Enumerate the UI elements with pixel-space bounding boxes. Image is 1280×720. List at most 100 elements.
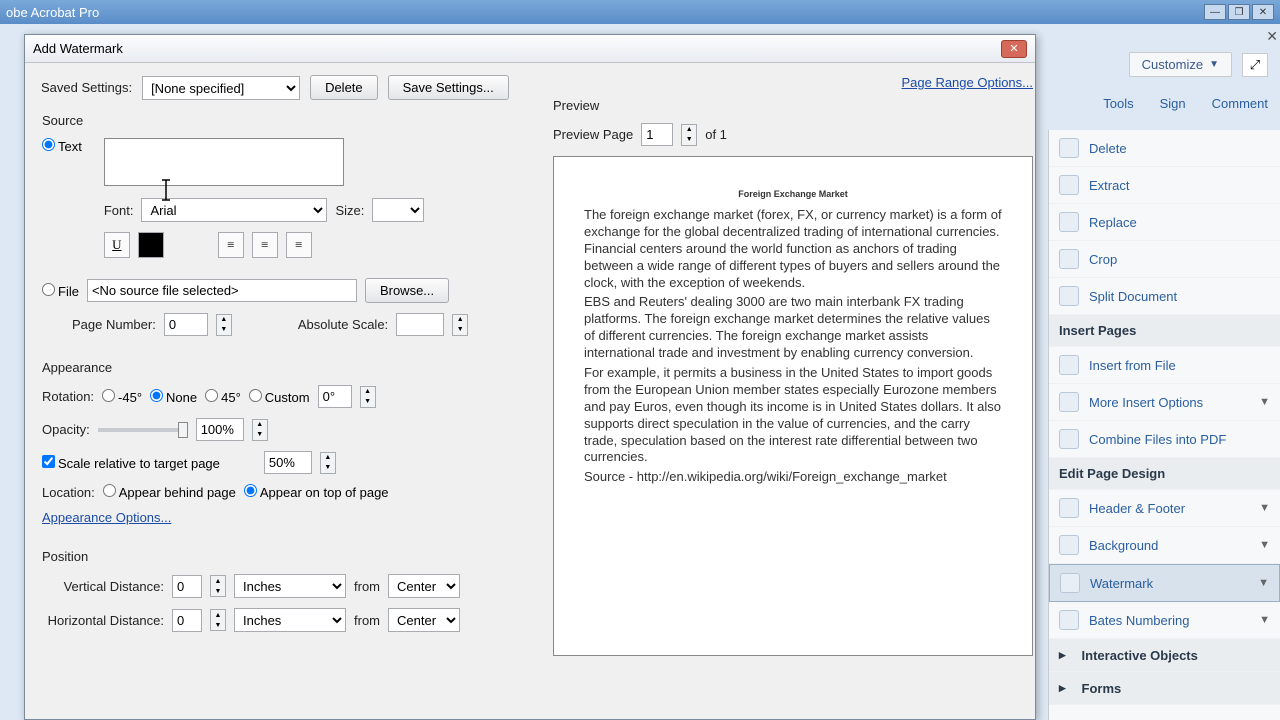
- combine-icon: [1059, 429, 1079, 449]
- horizontal-distance-input[interactable]: [172, 609, 202, 632]
- rotation-value-input[interactable]: [318, 385, 352, 408]
- tab-comment[interactable]: Comment: [1206, 92, 1274, 115]
- align-left-button[interactable]: ≡: [218, 232, 244, 258]
- from-label-2: from: [354, 613, 380, 628]
- rotation-45-radio[interactable]: 45°: [205, 389, 241, 405]
- sidebar-heading-interactive[interactable]: ▸Interactive Objects: [1049, 639, 1280, 672]
- maximize-button[interactable]: ❐: [1228, 4, 1250, 20]
- opacity-slider[interactable]: [98, 428, 188, 432]
- doc-paragraph: For example, it permits a business in th…: [584, 365, 1002, 466]
- delete-icon: [1059, 138, 1079, 158]
- page-range-options-link[interactable]: Page Range Options...: [901, 75, 1033, 90]
- scale-spinner[interactable]: ▲▼: [320, 452, 336, 474]
- sidebar-item-split[interactable]: Split Document: [1049, 278, 1280, 315]
- appearance-options-link[interactable]: Appearance Options...: [42, 510, 171, 525]
- from-label: from: [354, 579, 380, 594]
- doc-close-icon[interactable]: ✕: [1266, 28, 1278, 45]
- rotation-none-radio[interactable]: None: [150, 389, 197, 405]
- more-insert-icon: [1059, 392, 1079, 412]
- page-number-input[interactable]: [164, 313, 208, 336]
- sidebar-heading-forms[interactable]: ▸Forms: [1049, 672, 1280, 705]
- sidebar-heading-design: Edit Page Design: [1049, 458, 1280, 490]
- browse-button[interactable]: Browse...: [365, 278, 449, 303]
- saved-settings-select[interactable]: [None specified]: [142, 76, 300, 100]
- source-text-radio[interactable]: Text: [42, 138, 82, 154]
- preview-page-input[interactable]: [641, 123, 673, 146]
- absolute-scale-spinner[interactable]: ▲▼: [452, 314, 468, 336]
- page-number-label: Page Number:: [72, 317, 156, 332]
- chevron-down-icon: ▼: [1259, 539, 1270, 551]
- sidebar-item-insert-file[interactable]: Insert from File: [1049, 347, 1280, 384]
- dialog-close-button[interactable]: ✕: [1001, 40, 1027, 58]
- align-center-button[interactable]: ≡: [252, 232, 278, 258]
- sidebar-item-extract[interactable]: Extract: [1049, 167, 1280, 204]
- delete-settings-button[interactable]: Delete: [310, 75, 378, 100]
- header-footer-icon: [1059, 498, 1079, 518]
- chevron-down-icon: ▼: [1209, 59, 1219, 70]
- minimize-button[interactable]: —: [1204, 4, 1226, 20]
- page-number-spinner[interactable]: ▲▼: [216, 314, 232, 336]
- absolute-scale-input[interactable]: [396, 313, 444, 336]
- size-select[interactable]: [372, 198, 424, 222]
- preview-page-spinner[interactable]: ▲▼: [681, 124, 697, 146]
- rotation-custom-radio[interactable]: Custom: [249, 389, 310, 405]
- source-file-field[interactable]: [87, 279, 357, 302]
- dialog-titlebar: Add Watermark ✕: [25, 35, 1035, 63]
- location-behind-radio[interactable]: Appear behind page: [103, 484, 236, 500]
- sidebar-item-replace[interactable]: Replace: [1049, 204, 1280, 241]
- app-close-button[interactable]: ✕: [1252, 4, 1274, 20]
- watermark-icon: [1060, 573, 1080, 593]
- rotation-m45-radio[interactable]: -45°: [102, 389, 142, 405]
- source-file-radio[interactable]: File: [42, 283, 79, 299]
- sidebar-item-combine[interactable]: Combine Files into PDF: [1049, 421, 1280, 458]
- scale-relative-input[interactable]: [264, 451, 312, 474]
- insert-file-icon: [1059, 355, 1079, 375]
- save-settings-button[interactable]: Save Settings...: [388, 75, 509, 100]
- scale-relative-checkbox[interactable]: Scale relative to target page: [42, 455, 220, 471]
- expand-button[interactable]: ⤢: [1242, 53, 1268, 77]
- sidebar-item-more-insert[interactable]: More Insert Options▼: [1049, 384, 1280, 421]
- vdist-spinner[interactable]: ▲▼: [210, 575, 226, 597]
- hdist-from-select[interactable]: Center: [388, 608, 460, 632]
- opacity-spinner[interactable]: ▲▼: [252, 419, 268, 441]
- chevron-down-icon: ▼: [1259, 502, 1270, 514]
- rotation-spinner[interactable]: ▲▼: [360, 386, 376, 408]
- sidebar-item-bates[interactable]: Bates Numbering▼: [1049, 602, 1280, 639]
- vdist-from-select[interactable]: Center: [388, 574, 460, 598]
- hdist-spinner[interactable]: ▲▼: [210, 609, 226, 631]
- sidebar-item-crop[interactable]: Crop: [1049, 241, 1280, 278]
- text-color-button[interactable]: [138, 232, 164, 258]
- preview-page-label: Preview Page: [553, 127, 633, 142]
- hdist-unit-select[interactable]: Inches: [234, 608, 346, 632]
- doc-source: Source - http://en.wikipedia.org/wiki/Fo…: [584, 469, 1002, 486]
- sidebar-item-background[interactable]: Background▼: [1049, 527, 1280, 564]
- rotation-label: Rotation:: [42, 389, 94, 404]
- watermark-text-input[interactable]: [104, 138, 344, 186]
- sidebar-item-header-footer[interactable]: Header & Footer▼: [1049, 490, 1280, 527]
- opacity-input[interactable]: [196, 418, 244, 441]
- sidebar-item-watermark[interactable]: Watermark▼: [1049, 564, 1280, 602]
- font-select[interactable]: Arial: [141, 198, 327, 222]
- sidebar-item-delete[interactable]: Delete: [1049, 130, 1280, 167]
- tab-sign[interactable]: Sign: [1154, 92, 1192, 115]
- chevron-down-icon: ▼: [1259, 614, 1270, 626]
- app-title: obe Acrobat Pro: [6, 5, 99, 20]
- appearance-heading: Appearance: [42, 360, 540, 375]
- location-label: Location:: [42, 485, 95, 500]
- underline-button[interactable]: U: [104, 232, 130, 258]
- size-label: Size:: [335, 203, 364, 218]
- location-top-radio[interactable]: Appear on top of page: [244, 484, 389, 500]
- vdist-unit-select[interactable]: Inches: [234, 574, 346, 598]
- tab-tools[interactable]: Tools: [1097, 92, 1139, 115]
- opacity-label: Opacity:: [42, 422, 90, 437]
- preview-heading: Preview: [553, 98, 1033, 113]
- vertical-distance-label: Vertical Distance:: [42, 579, 164, 594]
- horizontal-distance-label: Horizontal Distance:: [42, 613, 164, 628]
- split-icon: [1059, 286, 1079, 306]
- align-right-button[interactable]: ≡: [286, 232, 312, 258]
- bates-icon: [1059, 610, 1079, 630]
- vertical-distance-input[interactable]: [172, 575, 202, 598]
- customize-button[interactable]: Customize ▼: [1129, 52, 1232, 77]
- replace-icon: [1059, 212, 1079, 232]
- font-label: Font:: [104, 203, 134, 218]
